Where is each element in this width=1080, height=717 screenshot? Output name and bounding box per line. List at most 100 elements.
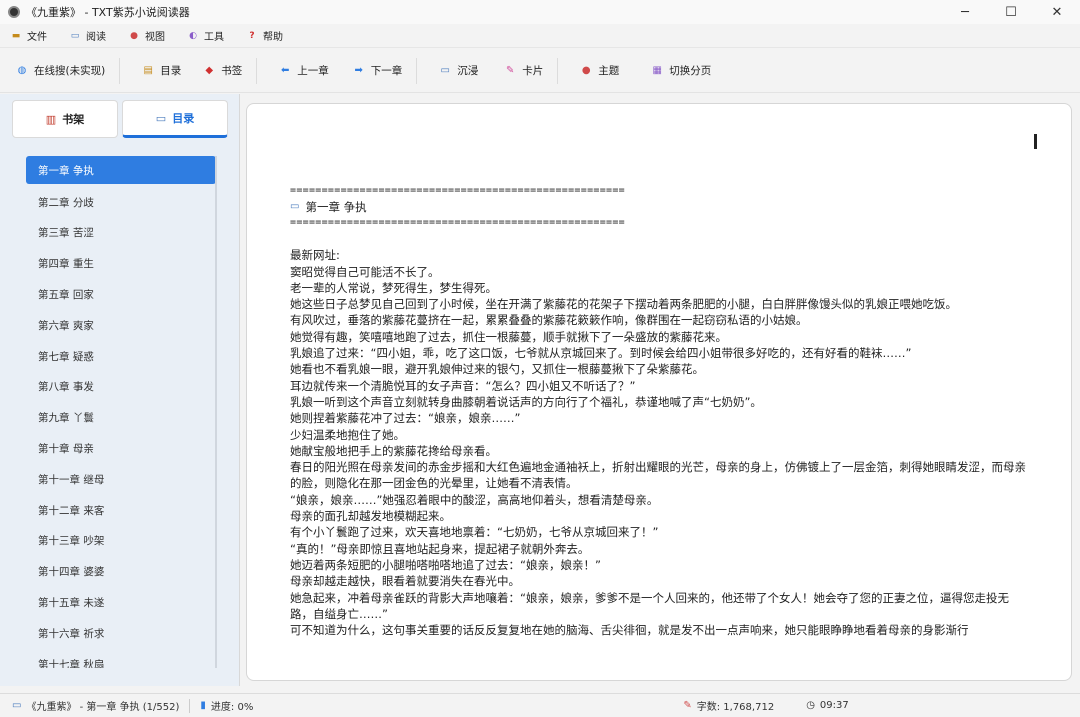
sidebar-tabs: ▥ 书架 ▭ 目录 <box>12 100 232 140</box>
menu-help-label: 帮助 <box>263 32 283 43</box>
menu-view-label: 视图 <box>145 32 165 43</box>
chapter-list-scrollbar[interactable] <box>215 156 217 668</box>
file-icon: ▬ <box>11 30 21 41</box>
status-progress: ▮ 进度: 0% <box>200 698 253 713</box>
paging-label: 切换分页 <box>669 65 712 77</box>
theme-button[interactable]: ● 主题 <box>572 57 627 85</box>
online-search-button[interactable]: ◍ 在线搜(未实现) <box>8 57 113 85</box>
paragraph: 耳边就传来一个清脆悦耳的女子声音：“怎么？四小姐又不听话了？” <box>290 378 636 393</box>
paragraph: 她则捏着紫藤花冲了过去：“娘亲，娘亲……” <box>290 411 521 426</box>
arrow-right-icon: ➡ <box>354 65 363 76</box>
paragraph: 她这些日子总梦见自己回到了小时候，坐在开满了紫藤花的花架子下摆动着两条肥肥的小腿… <box>290 297 957 312</box>
menu-tools-label: 工具 <box>204 32 224 43</box>
separator-line: ========================================… <box>290 217 625 229</box>
paragraph: 最新网址: <box>290 248 340 263</box>
status-book: ▭ 《九重紫》 - 第一章 争执 (1/552) <box>12 698 179 713</box>
paragraph: 有风吹过，垂落的紫藤花蔓挤在一起，累累叠叠的紫藤花簌簌作响，像群围在一起窃窃私语… <box>290 313 808 328</box>
chapter-item[interactable]: 第十二章 来客 <box>26 495 216 526</box>
chart-icon: ▮ <box>200 700 206 711</box>
menu-file[interactable]: ▬ 文件 <box>10 28 47 44</box>
immersive-button[interactable]: ▭ 沉浸 <box>431 57 486 85</box>
toolbar-divider <box>557 57 559 84</box>
list-icon: ▤ <box>143 65 153 76</box>
app-icon <box>8 6 20 18</box>
tab-toc-label: 目录 <box>172 112 195 125</box>
menu-read[interactable]: ▭ 阅读 <box>69 28 106 44</box>
sidebar: ▥ 书架 ▭ 目录 第一章 争执 第二章 分歧 第三章 苦涩 第四章 重生 第五章 … <box>0 94 240 686</box>
chapter-item[interactable]: 第十章 母亲 <box>26 433 216 464</box>
chapter-item[interactable]: 第一章 争执 <box>26 156 216 184</box>
toolbar-divider <box>256 57 258 84</box>
toc-button[interactable]: ▤ 目录 <box>134 57 189 85</box>
bookmark-icon: ◆ <box>205 65 214 76</box>
status-words-text: 字数: 1,768,712 <box>696 702 775 713</box>
card-icon: ✎ <box>506 65 515 76</box>
chapter-item[interactable]: 第五章 回家 <box>26 279 216 310</box>
word-count-icon: ✎ <box>683 700 692 711</box>
chapter-item[interactable]: 第十一章 继母 <box>26 464 216 495</box>
menu-tools[interactable]: ◐ 工具 <box>187 28 224 44</box>
books-icon: ▥ <box>45 112 57 126</box>
chapter-item[interactable]: 第六章 爽家 <box>26 310 216 341</box>
paragraph: “真的！”母亲即惊且喜地站起身来，提起裙子就朝外奔去。 <box>290 541 590 556</box>
bookmark-button[interactable]: ◆ 书签 <box>195 57 250 85</box>
theme-label: 主题 <box>598 65 620 77</box>
card-button[interactable]: ✎ 卡片 <box>496 57 551 85</box>
chapter-item[interactable]: 第九章 丫鬟 <box>26 402 216 433</box>
paragraph: 春日的阳光照在母亲发间的赤金步摇和大红色遍地金通袖袄上，折射出耀眼的光芒，母亲的… <box>290 460 1026 491</box>
chapter-list: 第一章 争执 第二章 分歧 第三章 苦涩 第四章 重生 第五章 回家 第六章 爽… <box>26 156 216 668</box>
globe-icon: ◍ <box>17 65 27 76</box>
pages-icon: ▦ <box>652 65 662 76</box>
chapter-item[interactable]: 第三章 苦涩 <box>26 218 216 249</box>
tab-bookshelf-label: 书架 <box>62 113 85 126</box>
maximize-button[interactable]: ☐ <box>988 0 1034 24</box>
status-bar: ▭ 《九重紫》 - 第一章 争执 (1/552) ▮ 进度: 0% ✎ 字数: 1,7… <box>0 693 1080 717</box>
chapter-item[interactable]: 第七章 疑惑 <box>26 341 216 372</box>
palette-icon: ● <box>581 65 591 76</box>
paragraph: 乳娘一听到这个声音立刻就转身曲膝朝着说话声的方向行了个福礼，恭谨地喊了声“七奶奶… <box>290 394 762 409</box>
chapter-item[interactable]: 第十三章 吵架 <box>26 526 216 557</box>
book-icon: ▭ <box>290 201 300 212</box>
status-book-text: 《九重紫》 - 第一章 争执 (1/552) <box>26 702 180 713</box>
chapter-item[interactable]: 第十七章 秋扇 <box>26 649 216 668</box>
tab-toc[interactable]: ▭ 目录 <box>122 100 228 138</box>
status-time-text: 09:37 <box>819 700 849 711</box>
close-button[interactable]: ✕ <box>1034 0 1080 24</box>
online-search-label: 在线搜(未实现) <box>34 65 106 77</box>
window-title: 《九重紫》 - TXT紫苏小说阅读器 <box>26 6 190 19</box>
paragraph: 少妇温柔地抱住了她。 <box>290 427 405 442</box>
menu-help[interactable]: ? 帮助 <box>246 28 283 44</box>
chapter-item[interactable]: 第十五章 未遂 <box>26 587 216 618</box>
menu-bar: ▬ 文件 ▭ 阅读 ● 视图 ◐ 工具 ? 帮助 <box>0 24 1080 48</box>
paragraphs: 最新网址: 窦昭觉得自己可能活不长了。 老一辈的人常说，梦死得生，梦生得死。 她这些日… <box>290 247 1030 638</box>
chapter-content: ========================================… <box>290 183 1030 638</box>
next-chapter-button[interactable]: ➡ 下一章 <box>345 57 411 85</box>
paragraph: 母亲的面孔却越发地模糊起来。 <box>290 509 451 524</box>
tools-icon: ◐ <box>189 30 197 41</box>
tab-bookshelf[interactable]: ▥ 书架 <box>12 100 118 138</box>
toolbar-divider <box>416 57 418 84</box>
paging-button[interactable]: ▦ 切换分页 <box>643 57 719 85</box>
reader-pane[interactable]: ========================================… <box>246 103 1072 681</box>
chapter-item[interactable]: 第四章 重生 <box>26 248 216 279</box>
chapter-item[interactable]: 第十六章 祈求 <box>26 618 216 649</box>
view-icon: ● <box>130 30 138 41</box>
chapter-heading: ▭ 第一章 争执 <box>290 199 1030 215</box>
menu-read-label: 阅读 <box>86 32 106 43</box>
prev-chapter-button[interactable]: ⬅ 上一章 <box>271 57 337 85</box>
bookmark-button-label: 书签 <box>221 65 243 77</box>
paragraph: 有个小丫鬟跑了过来，欢天喜地地禀着：“七奶奶，七爷从京城回来了！” <box>290 525 659 540</box>
book-icon: ▭ <box>155 111 167 125</box>
chapter-item[interactable]: 第十四章 婆婆 <box>26 556 216 587</box>
arrow-left-icon: ⬅ <box>281 65 290 76</box>
book-icon: ▭ <box>12 700 22 711</box>
prev-chapter-label: 上一章 <box>297 65 329 77</box>
minimize-button[interactable]: ─ <box>942 0 988 24</box>
chapter-item[interactable]: 第二章 分歧 <box>26 187 216 218</box>
title-bar: 《九重紫》 - TXT紫苏小说阅读器 ─ ☐ ✕ <box>0 0 1080 24</box>
chapter-item[interactable]: 第八章 事发 <box>26 372 216 403</box>
paragraph: 母亲却越走越快，眼看着就要消失在春光中。 <box>290 574 520 589</box>
paragraph: 窦昭觉得自己可能活不长了。 <box>290 264 440 279</box>
paragraph: 她看也不看乳娘一眼，避开乳娘伸过来的银勺，又抓住一根藤蔓揪下了朵紫藤花。 <box>290 362 704 377</box>
menu-view[interactable]: ● 视图 <box>128 28 165 44</box>
